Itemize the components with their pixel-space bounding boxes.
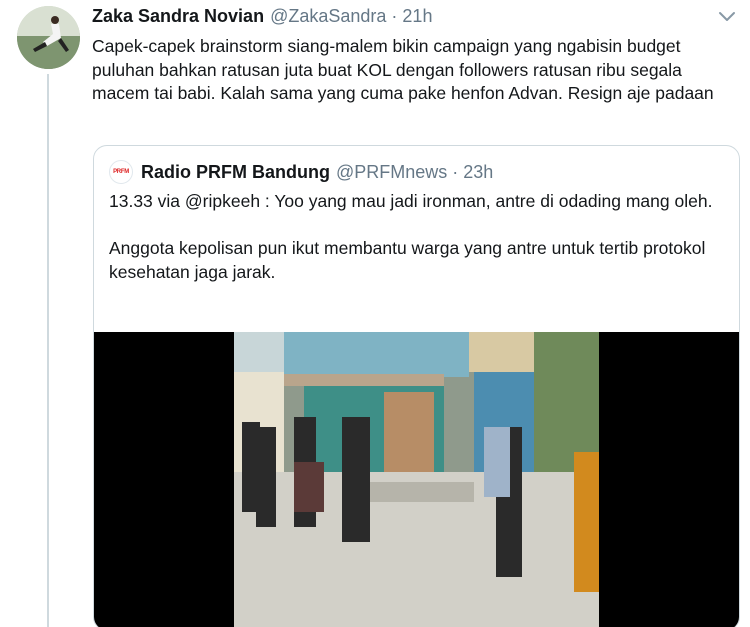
quoted-tweet-header: PRFM Radio PRFM Bandung @PRFMnews · 23h <box>109 160 493 184</box>
separator-dot: · <box>452 161 459 182</box>
quoted-paragraph: Anggota kepolisan pun ikut membantu warg… <box>109 238 706 282</box>
author-avatar[interactable] <box>17 6 80 69</box>
quoted-timestamp[interactable]: 23h <box>463 162 493 183</box>
quoted-author-handle[interactable]: @PRFMnews <box>336 162 447 183</box>
tweet-header: Zaka Sandra Novian @ZakaSandra · 21h <box>92 6 432 30</box>
quoted-author-avatar[interactable]: PRFM <box>109 160 133 184</box>
tweet-timestamp[interactable]: 21h <box>402 6 432 27</box>
video-frame <box>234 332 599 627</box>
video-player[interactable] <box>94 332 739 627</box>
street-scene-image <box>234 332 599 627</box>
separator-dot: · <box>391 6 398 26</box>
chevron-down-icon[interactable] <box>716 8 738 24</box>
thread-line <box>47 74 49 627</box>
quoted-paragraph: 13.33 via @ripkeeh : Yoo yang mau jadi i… <box>109 191 713 211</box>
quoted-author-name[interactable]: Radio PRFM Bandung <box>141 162 330 183</box>
quoted-tweet[interactable]: PRFM Radio PRFM Bandung @PRFMnews · 23h … <box>93 145 740 627</box>
tweet-text: Capek-capek brainstorm siang-malem bikin… <box>92 36 714 104</box>
quoted-tweet-text: 13.33 via @ripkeeh : Yoo yang mau jadi i… <box>109 190 729 308</box>
author-handle[interactable]: @ZakaSandra <box>270 6 386 27</box>
avatar-image <box>17 6 80 69</box>
quoted-avatar-logo: PRFM <box>113 169 129 175</box>
author-name[interactable]: Zaka Sandra Novian <box>92 6 264 27</box>
